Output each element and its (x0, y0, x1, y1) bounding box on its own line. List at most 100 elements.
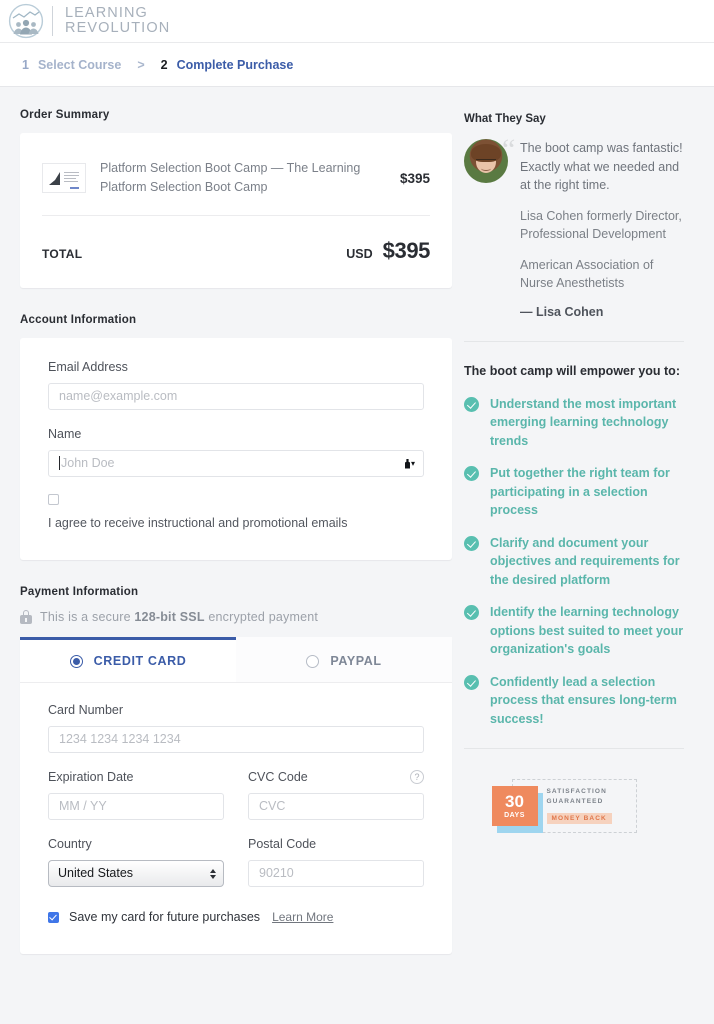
name-field-group: Name John Doe ▾ (48, 427, 424, 477)
product-thumbnail-icon (42, 163, 86, 193)
order-item-name: Platform Selection Boot Camp — The Learn… (100, 161, 361, 194)
guarantee-line-2: GUARANTEED (546, 798, 604, 805)
money-back-guarantee-badge: 30 DAYS SATISFACTION GUARANTEED MONEY BA… (491, 779, 637, 833)
order-total-label: TOTAL (42, 247, 83, 261)
benefit-item: Clarify and document your objectives and… (464, 534, 684, 590)
testimonial-quote: The boot camp was fantastic! Exactly wha… (520, 141, 683, 192)
cvc-input[interactable]: CVC (248, 793, 424, 820)
learn-more-link[interactable]: Learn More (272, 910, 333, 924)
card-number-input[interactable]: 1234 1234 1234 1234 (48, 726, 424, 753)
payment-card: CREDIT CARD PAYPAL Card Number 1234 1234… (20, 637, 452, 954)
save-card-checkbox[interactable] (48, 911, 59, 923)
breadcrumb: 1 Select Course > 2 Complete Purchase (0, 43, 714, 87)
country-select[interactable]: United States (48, 860, 224, 887)
country-postal-row: Country United States Postal Code 90210 (48, 837, 424, 904)
check-circle-icon (464, 605, 479, 620)
save-card-row[interactable]: Save my card for future purchases Learn … (48, 910, 424, 924)
step-2-label: Complete Purchase (176, 57, 294, 72)
check-circle-icon (464, 466, 479, 481)
benefit-text: Put together the right team for particip… (490, 466, 670, 517)
logo-divider (52, 6, 53, 36)
guarantee-days-number: 30 (505, 792, 524, 811)
secure-payment-notice: This is a secure 128-bit SSL encrypted p… (20, 610, 452, 624)
autofill-person-icon[interactable]: ▾ (404, 458, 415, 469)
order-total-amount: $395 (382, 238, 431, 263)
order-summary-title: Order Summary (20, 109, 110, 121)
order-summary-card: Platform Selection Boot Camp — The Learn… (20, 133, 452, 288)
expiration-group: Expiration Date MM / YY (48, 770, 224, 820)
sidebar-divider-bottom (464, 748, 684, 749)
guarantee-line-1: SATISFACTION (546, 787, 607, 795)
account-information-title: Account Information (20, 314, 137, 326)
testimonial-attribution: — Lisa Cohen (520, 304, 604, 319)
email-input[interactable]: name@example.com (48, 383, 424, 410)
logo-line-2: REVOLUTION (65, 20, 171, 36)
name-placeholder: John Doe (61, 456, 115, 470)
benefit-text: Clarify and document your objectives and… (490, 535, 680, 587)
checkout-column: Order Summary Platform Selection Boot Ca… (0, 87, 452, 954)
email-label: Email Address (48, 360, 128, 374)
lock-icon (20, 610, 32, 624)
expiration-label: Expiration Date (48, 770, 134, 784)
testimonial-block: “ The boot camp was fantastic! Exactly w… (464, 135, 684, 319)
benefit-text: Understand the most important emerging l… (490, 396, 677, 448)
testimonial-meta-1: Lisa Cohen formerly Director, Profession… (520, 208, 682, 242)
country-label: Country (48, 837, 92, 851)
tab-credit-card-label: CREDIT CARD (93, 654, 187, 668)
benefit-text: Identify the learning technology options… (490, 605, 684, 656)
cvc-group: CVC Code ? CVC (248, 770, 424, 820)
site-header: LEARNING REVOLUTION (0, 0, 714, 43)
country-group: Country United States (48, 837, 224, 887)
quote-mark-icon: “ (502, 133, 516, 166)
secure-text: This is a secure 128-bit SSL encrypted p… (40, 610, 318, 624)
benefit-item: Identify the learning technology options… (464, 603, 684, 659)
sidebar-divider-top (464, 340, 684, 342)
testimonial-meta-2: American Association of Nurse Anesthetis… (520, 257, 654, 291)
logo-line-1: LEARNING (65, 4, 148, 21)
order-item-price: $395 (399, 170, 430, 186)
credit-card-form: Card Number 1234 1234 1234 1234 Expirati… (20, 683, 452, 954)
consent-checkbox-row[interactable]: I agree to receive instructional and pro… (48, 494, 424, 534)
guarantee-text-block: SATISFACTION GUARANTEED MONEY BACK (546, 787, 612, 826)
benefit-item: Put together the right team for particip… (464, 464, 684, 520)
stepper-arrows-icon (210, 868, 216, 879)
guarantee-days-label: DAYS (504, 812, 525, 819)
learning-revolution-logo-icon[interactable] (8, 3, 44, 39)
name-label: Name (48, 427, 82, 441)
cvc-help-icon[interactable]: ? (410, 770, 424, 784)
postal-input[interactable]: 90210 (248, 860, 424, 887)
save-card-label: Save my card for future purchases (69, 910, 261, 924)
money-back-tag: MONEY BACK (546, 813, 612, 825)
secure-suffix: encrypted payment (204, 610, 319, 624)
tab-paypal-label: PAYPAL (330, 654, 382, 668)
breadcrumb-step-select-course[interactable]: 1 Select Course (22, 58, 121, 72)
postal-label: Postal Code (248, 837, 317, 851)
order-total-row: TOTAL USD $395 (42, 216, 430, 270)
expiration-input[interactable]: MM / YY (48, 793, 224, 820)
credit-card-radio[interactable] (69, 654, 83, 668)
breadcrumb-step-complete-purchase[interactable]: 2 Complete Purchase (161, 58, 294, 72)
benefit-text: Confidently lead a selection process tha… (490, 674, 677, 726)
payment-method-tabs: CREDIT CARD PAYPAL (20, 637, 452, 683)
postal-group: Postal Code 90210 (248, 837, 424, 887)
check-circle-icon (464, 674, 479, 690)
benefits-list: Understand the most important emerging l… (464, 395, 684, 729)
text-caret (59, 456, 60, 470)
cvc-label: CVC Code (248, 770, 308, 784)
check-circle-icon (464, 535, 479, 551)
paypal-radio[interactable] (306, 654, 320, 668)
benefits-title: The boot camp will empower you to: (464, 363, 680, 378)
card-number-group: Card Number 1234 1234 1234 1234 (48, 703, 424, 753)
tab-paypal[interactable]: PAYPAL (236, 637, 452, 682)
email-field-group: Email Address name@example.com (48, 360, 424, 410)
logo-wordmark[interactable]: LEARNING REVOLUTION (65, 4, 171, 37)
check-circle-icon (464, 396, 479, 412)
consent-checkbox[interactable] (48, 494, 59, 505)
sidebar-column: What They Say “ The boot camp was fantas… (452, 87, 714, 954)
tab-credit-card[interactable]: CREDIT CARD (20, 637, 236, 682)
secure-bold: 128-bit SSL (134, 610, 205, 624)
country-selected-value: United States (58, 866, 134, 880)
page-body: Order Summary Platform Selection Boot Ca… (0, 87, 714, 954)
name-input[interactable]: John Doe ▾ (48, 450, 424, 477)
consent-label: I agree to receive instructional and pro… (48, 516, 348, 530)
